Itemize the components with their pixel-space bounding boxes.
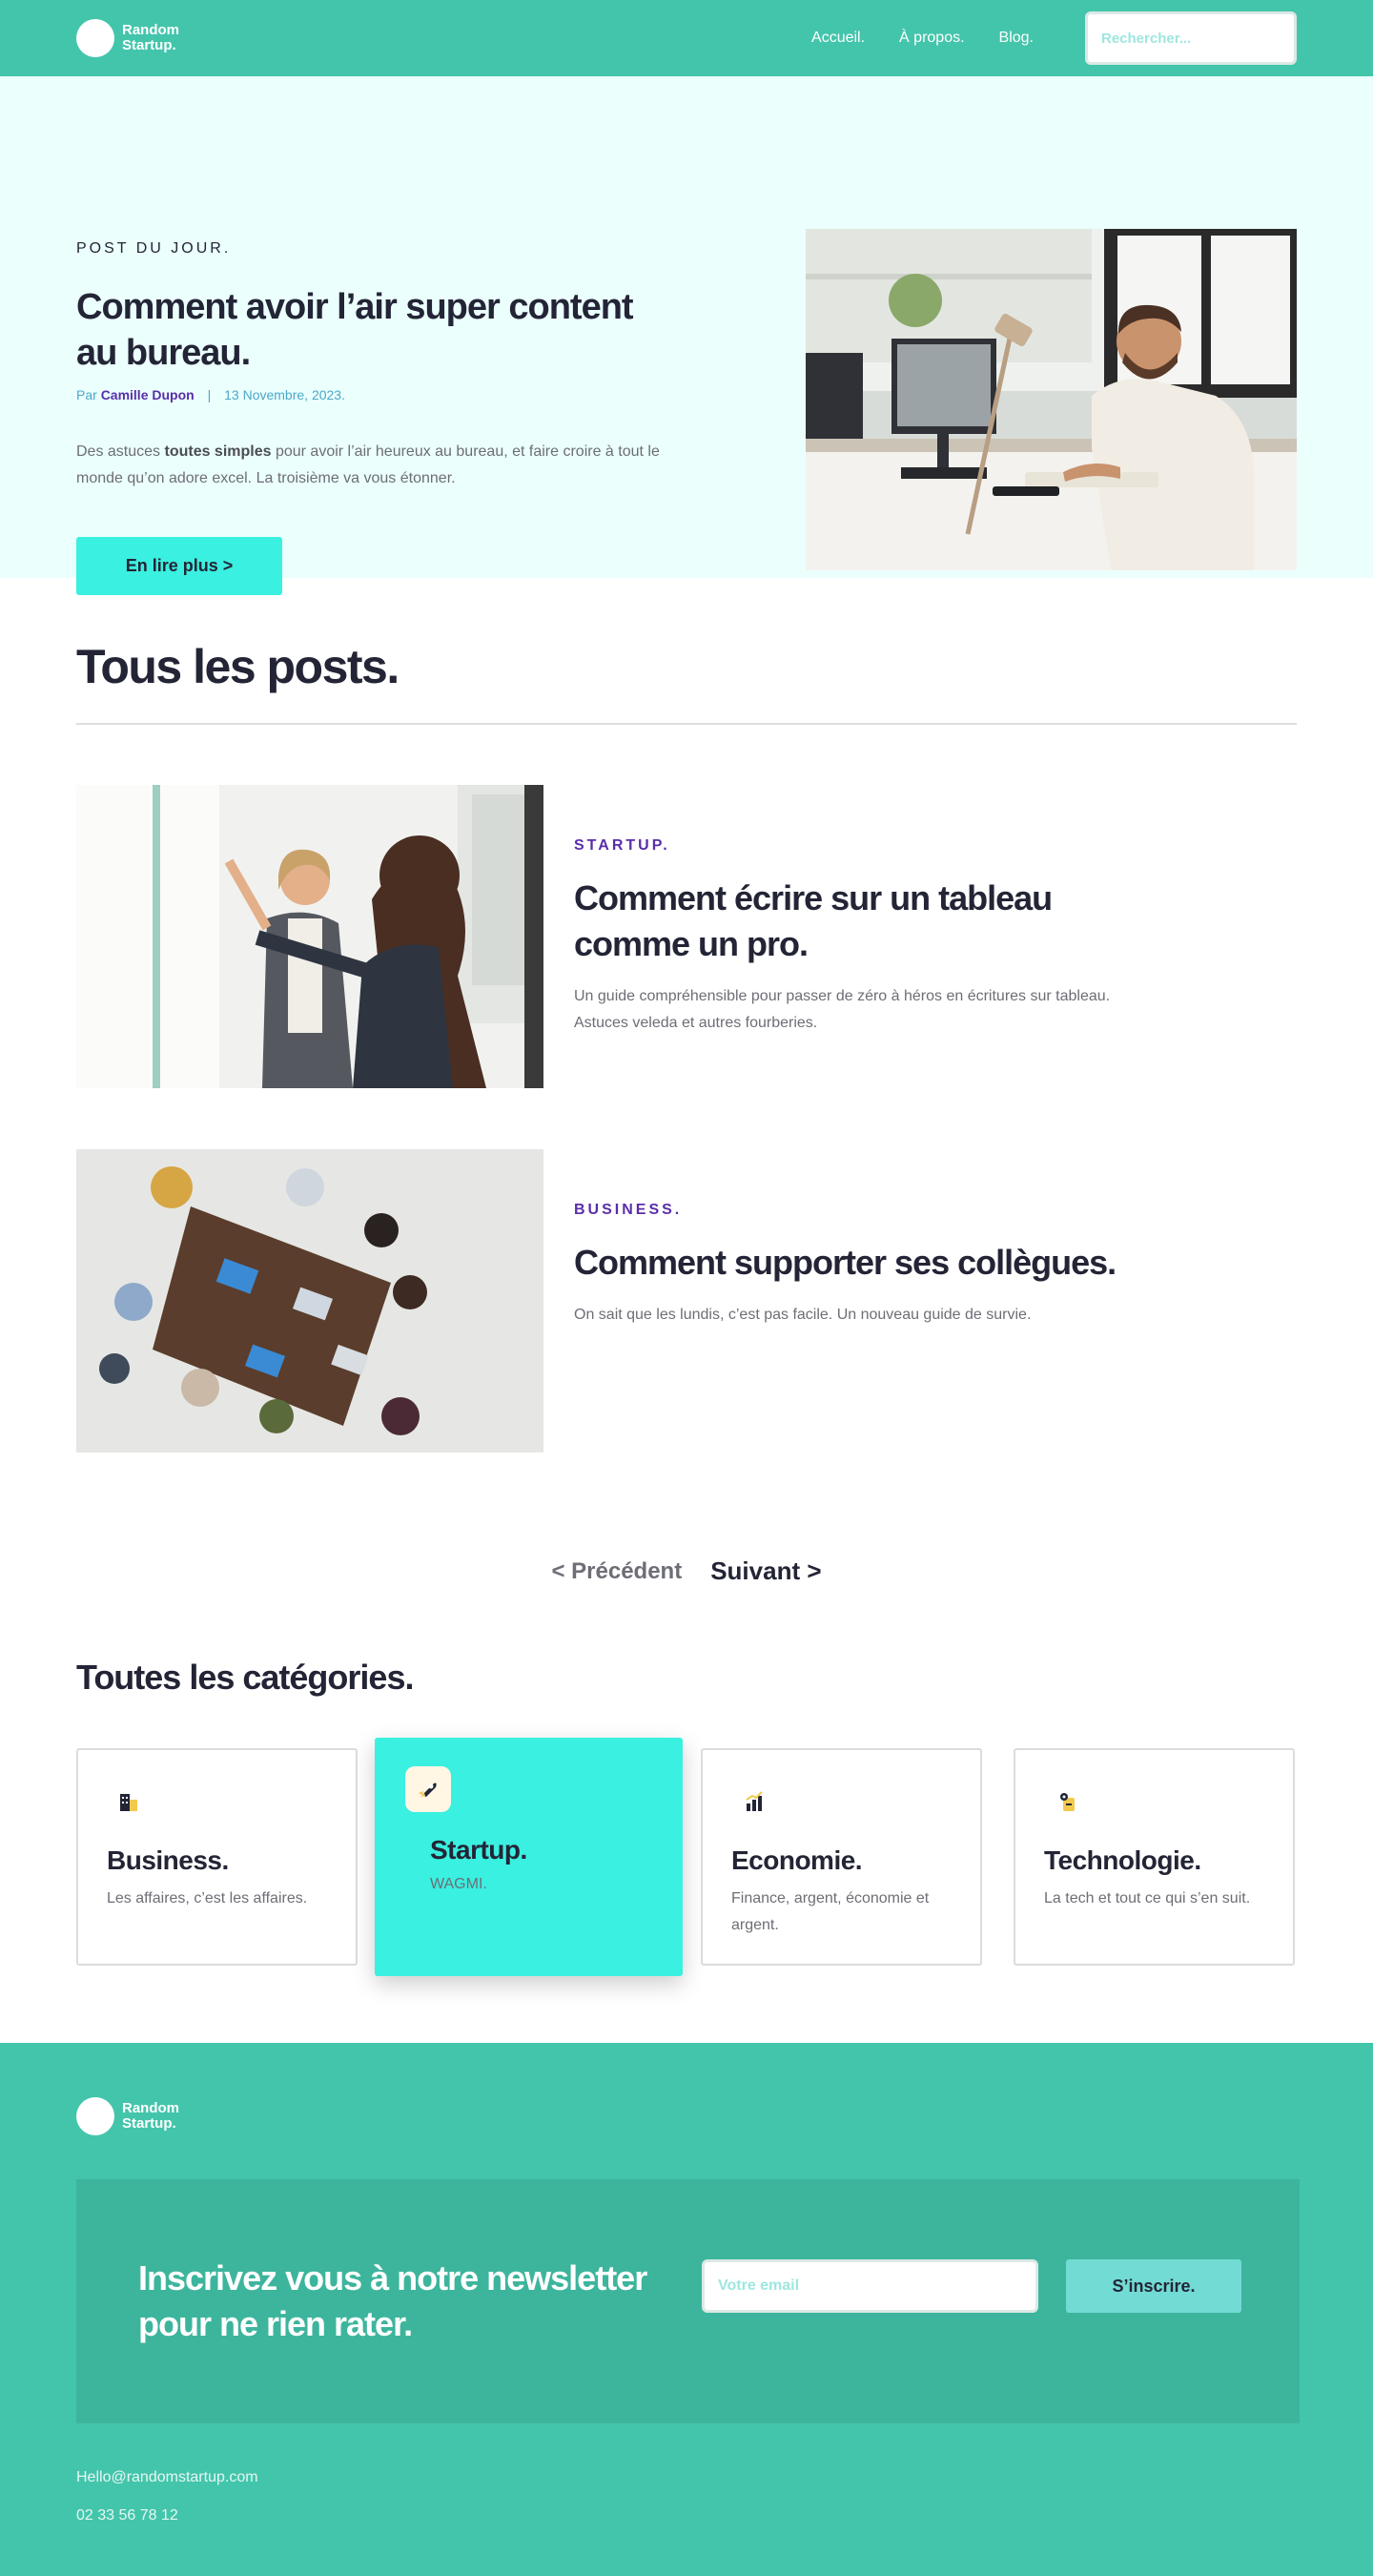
contact-phone[interactable]: 02 33 56 78 12	[76, 2507, 178, 2524]
main-nav: Accueil. À propos. Blog.	[811, 11, 1297, 65]
category-name: Economie.	[731, 1845, 863, 1875]
contact-email[interactable]: Hello@randomstartup.com	[76, 2469, 258, 2486]
category-description: WAGMI.	[430, 1876, 487, 1892]
post-card[interactable]: BUSINESS. Comment supporter ses collègue…	[76, 1149, 1297, 1453]
footer-logo-line-2: Startup.	[122, 2115, 176, 2132]
site-logo[interactable]: Random Startup.	[76, 19, 198, 57]
category-description: Les affaires, c’est les affaires.	[107, 1890, 308, 1906]
categories-title: Toutes les catégories.	[76, 1658, 414, 1697]
hero-author[interactable]: Camille Dupon	[101, 387, 195, 402]
nav-a-propos[interactable]: À propos.	[899, 30, 964, 47]
hero-desc-bold: toutes simples	[164, 443, 272, 460]
search-input[interactable]	[1085, 11, 1297, 65]
subscribe-button[interactable]: S’inscrire.	[1066, 2259, 1241, 2313]
category-card-technologie[interactable]: Technologie. La tech et tout ce qui s’en…	[1014, 1748, 1295, 1966]
hero-meta-separator: |	[207, 387, 212, 402]
previous-page-button[interactable]: < Précédent	[551, 1558, 682, 1585]
hero-post: POST DU JOUR. Comment avoir l’air super …	[0, 76, 1373, 595]
post-image-whiteboard-art	[76, 785, 543, 1088]
hero-by: Par	[76, 387, 97, 402]
category-card-business[interactable]: Business. Les affaires, c’est les affair…	[76, 1748, 358, 1966]
post-image-team-meeting-art	[76, 1149, 543, 1453]
read-more-button[interactable]: En lire plus >	[76, 537, 282, 595]
hero-title[interactable]: Comment avoir l’air super content au bur…	[76, 284, 667, 376]
category-description: La tech et tout ce qui s’en suit.	[1044, 1890, 1251, 1906]
post-card[interactable]: STARTUP. Comment écrire sur un tableau c…	[76, 785, 1297, 1088]
logo-text: Random Startup.	[122, 23, 198, 53]
logo-circle	[76, 19, 114, 57]
hero-meta: Par Camille Dupon | 13 Novembre, 2023.	[76, 387, 345, 402]
hero-desc-pre: Des astuces	[76, 443, 165, 460]
footer-logo-text: Random Startup.	[122, 2101, 198, 2132]
category-name: Technologie.	[1044, 1845, 1201, 1875]
nav-blog[interactable]: Blog.	[999, 30, 1034, 47]
logo-line-1: Random	[122, 22, 179, 38]
post-description: Un guide compréhensible pour passer de z…	[574, 988, 1111, 1031]
newsletter-email-input[interactable]	[702, 2259, 1038, 2313]
category-name: Business.	[107, 1845, 229, 1875]
post-title[interactable]: Comment supporter ses collègues.	[574, 1240, 1184, 1286]
site-header: Random Startup. Accueil. À propos. Blog.	[0, 0, 1373, 76]
hero-date: 13 Novembre, 2023.	[224, 387, 345, 402]
post-image-whiteboard[interactable]	[76, 785, 543, 1088]
site-footer: Random Startup. Inscrivez vous à notre n…	[0, 2043, 1373, 2576]
pagination: < Précédent Suivant >	[0, 1556, 1373, 1586]
hero-description: Des astuces toutes simples pour avoir l’…	[76, 439, 686, 492]
category-description: Finance, argent, économie et argent.	[731, 1890, 930, 1933]
category-name: Startup.	[430, 1835, 527, 1865]
bar-chart-icon	[731, 1779, 777, 1824]
footer-logo[interactable]: Random Startup.	[76, 2097, 198, 2135]
post-description: On sait que les lundis, c’est pas facile…	[574, 1307, 1032, 1323]
all-posts-divider	[76, 723, 1297, 725]
tech-icon	[1044, 1779, 1090, 1824]
logo-line-2: Startup.	[122, 37, 176, 53]
post-title[interactable]: Comment écrire sur un tableau comme un p…	[574, 876, 1108, 967]
category-card-economie[interactable]: Economie. Finance, argent, économie et a…	[701, 1748, 982, 1966]
category-card-startup[interactable]: Startup. WAGMI.	[375, 1738, 683, 1976]
post-category[interactable]: STARTUP.	[574, 837, 670, 855]
nav-accueil[interactable]: Accueil.	[811, 30, 865, 47]
hero-image-office-man[interactable]	[806, 229, 1297, 570]
rocket-icon	[405, 1766, 451, 1812]
post-category[interactable]: BUSINESS.	[574, 1202, 682, 1219]
hero-eyebrow: POST DU JOUR.	[76, 240, 232, 257]
newsletter-title: Inscrivez vous à notre newsletter pour n…	[138, 2258, 647, 2343]
footer-logo-circle	[76, 2097, 114, 2135]
post-image-team-meeting[interactable]	[76, 1149, 543, 1453]
building-icon	[107, 1779, 153, 1824]
next-page-button[interactable]: Suivant >	[710, 1556, 821, 1586]
newsletter-box: Inscrivez vous à notre newsletter pour n…	[76, 2179, 1300, 2423]
hero-image-art	[806, 229, 1297, 570]
footer-logo-line-1: Random	[122, 2100, 179, 2116]
all-posts-title: Tous les posts.	[76, 640, 400, 693]
